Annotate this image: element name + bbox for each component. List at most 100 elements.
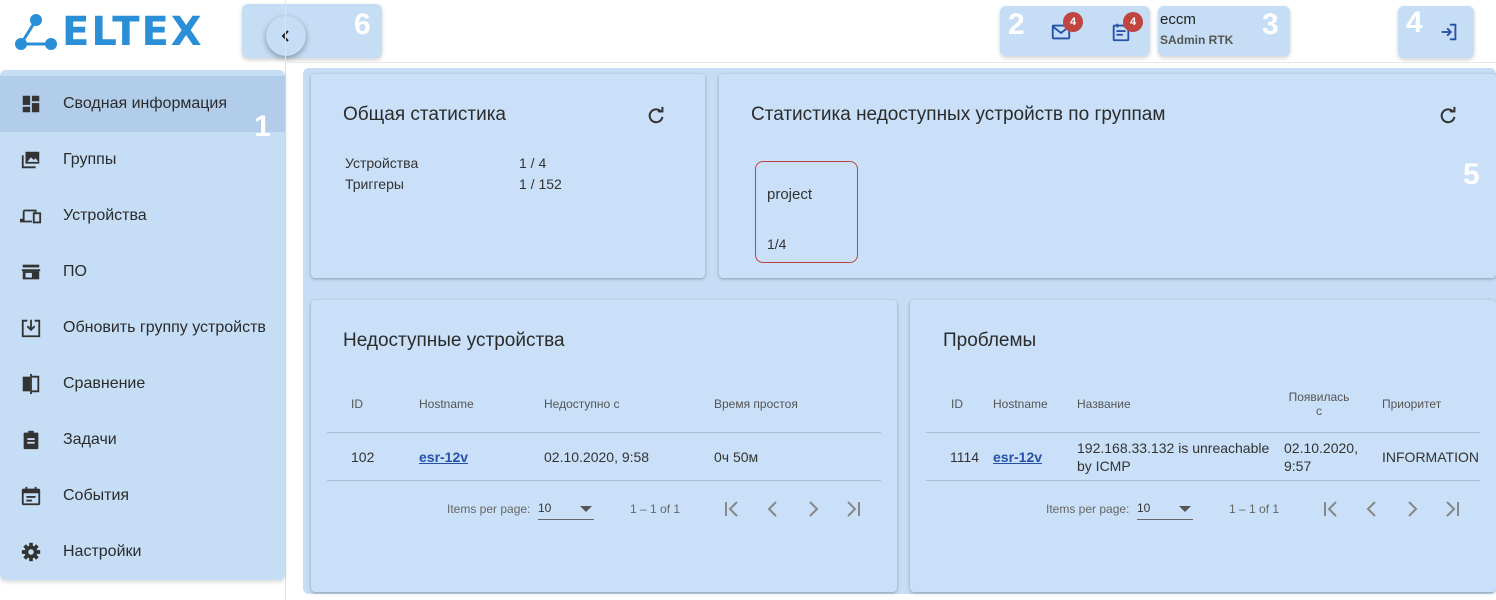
cell-id: 102: [351, 449, 375, 465]
card-title: Статистика недоступных устройств по груп…: [751, 104, 1166, 125]
sidebar-item-update-group[interactable]: Обновить группу устройств: [0, 300, 285, 356]
last-page-icon[interactable]: [841, 497, 865, 521]
column-header[interactable]: Время простоя: [714, 397, 798, 411]
sidebar-item-devices[interactable]: Устройства: [0, 188, 285, 244]
logout-area: 4: [1398, 6, 1474, 58]
problems-card: Проблемы ID Hostname Название Появилась …: [910, 300, 1496, 592]
hostname-link[interactable]: esr-12v: [419, 449, 468, 465]
dropdown-caret-icon: [580, 506, 592, 512]
sidebar-item-label: ПО: [63, 263, 87, 280]
column-header-appeared[interactable]: Появилась с: [1287, 390, 1351, 418]
events-button[interactable]: 4: [1107, 12, 1143, 46]
eltex-logo[interactable]: ELTEX: [14, 12, 204, 52]
sidebar-item-label: Устройства: [63, 207, 147, 224]
column-header[interactable]: Hostname: [419, 397, 474, 411]
next-page-icon[interactable]: [801, 497, 825, 521]
download-box-icon: [21, 319, 41, 338]
event-icon: [21, 486, 41, 506]
user-area[interactable]: eccm SAdmin RTK 3: [1158, 6, 1290, 56]
column-header[interactable]: Hostname: [993, 397, 1048, 411]
sidebar-item-software[interactable]: ПО: [0, 244, 285, 300]
sidebar-item-label: Группы: [63, 151, 117, 168]
group-stats-card: Статистика недоступных устройств по груп…: [719, 74, 1496, 278]
sidebar-item-summary[interactable]: Сводная информация 1: [0, 76, 285, 143]
general-stats-card: Общая статистика Устройства 1 / 4 Тригге…: [311, 74, 705, 278]
devices-icon: [20, 209, 42, 224]
items-per-page-select[interactable]: 10: [1137, 498, 1193, 520]
callout-number-6: 6: [354, 8, 371, 41]
sidebar-item-tasks[interactable]: Задачи: [0, 412, 285, 468]
first-page-icon[interactable]: [720, 497, 744, 521]
cell-downtime: 0ч 50м: [714, 449, 759, 465]
items-per-page-select[interactable]: 10: [538, 498, 594, 520]
compare-icon: [22, 373, 40, 395]
prev-page-icon[interactable]: [1360, 497, 1384, 521]
sidebar-item-compare[interactable]: Сравнение: [0, 356, 285, 412]
pagination-range: 1 – 1 of 1: [1229, 502, 1280, 516]
cell-appeared-line: 02.10.2020,: [1284, 440, 1358, 456]
dashboard-icon: [22, 95, 40, 113]
dashboard-panel: Общая статистика Устройства 1 / 4 Тригге…: [303, 68, 1496, 594]
group-tile-project[interactable]: project 1/4: [755, 161, 858, 263]
column-header-line: Появилась: [1288, 390, 1350, 404]
sidebar-item-groups[interactable]: Группы: [0, 132, 285, 188]
cell-priority: INFORMATION: [1382, 449, 1479, 465]
next-page-icon[interactable]: [1400, 497, 1424, 521]
collapse-area: 6: [242, 4, 382, 58]
first-page-icon[interactable]: [1319, 497, 1343, 521]
refresh-icon[interactable]: [1437, 105, 1459, 127]
stat-label: Триггеры: [345, 176, 404, 192]
cell-name-line: by ICMP: [1077, 458, 1131, 474]
mail-button[interactable]: 4: [1047, 12, 1083, 46]
card-title: Общая статистика: [343, 104, 506, 125]
card-title: Недоступные устройства: [343, 330, 565, 351]
hostname-link[interactable]: esr-12v: [993, 449, 1042, 465]
eltex-logo-mark-icon: [15, 14, 57, 50]
user-name: eccm: [1160, 11, 1196, 28]
sidebar-item-label: Сравнение: [63, 375, 146, 392]
refresh-icon[interactable]: [645, 105, 667, 127]
logout-button[interactable]: [1435, 18, 1463, 46]
group-name: project: [767, 186, 813, 203]
items-per-page-label: Items per page:: [1046, 502, 1130, 516]
column-header[interactable]: Приоритет: [1382, 397, 1441, 411]
gear-icon: [21, 542, 41, 562]
stat-label: Устройства: [345, 155, 419, 171]
prev-page-icon[interactable]: [761, 497, 785, 521]
items-per-page-value: 10: [1137, 501, 1151, 515]
unavailable-devices-card: Недоступные устройства ID Hostname Недос…: [311, 300, 897, 592]
cell-since: 02.10.2020, 9:58: [544, 449, 650, 465]
column-header[interactable]: ID: [351, 397, 363, 411]
header-divider: [286, 62, 1496, 63]
callout-number-3: 3: [1262, 8, 1279, 41]
cell-name: 192.168.33.132 is unreachable by ICMP: [1077, 439, 1269, 475]
assignment-icon: [23, 430, 39, 450]
store-icon: [21, 264, 41, 280]
table-row[interactable]: 102 esr-12v 02.10.2020, 9:58 0ч 50м: [327, 433, 881, 480]
sidebar-item-label: Настройки: [63, 543, 142, 560]
notifications-area: 2 4 4: [1000, 6, 1150, 56]
sidebar: Сводная информация 1 Группы Устройства П…: [0, 70, 285, 580]
last-page-icon[interactable]: [1440, 497, 1464, 521]
table-divider: [327, 480, 881, 481]
user-role: SAdmin RTK: [1160, 33, 1234, 47]
sidebar-item-label: Сводная информация: [63, 95, 227, 112]
table-divider: [926, 480, 1480, 481]
column-header[interactable]: ID: [951, 397, 963, 411]
items-per-page-label: Items per page:: [447, 502, 531, 516]
collapse-sidebar-button[interactable]: [266, 16, 306, 56]
callout-number-4: 4: [1406, 6, 1423, 39]
column-header[interactable]: Название: [1077, 397, 1131, 411]
column-header-line: с: [1316, 404, 1322, 418]
cell-appeared-line: 9:57: [1284, 458, 1312, 474]
sidebar-item-settings[interactable]: Настройки: [0, 524, 285, 580]
events-badge: 4: [1123, 12, 1143, 32]
sidebar-item-events[interactable]: События: [0, 468, 285, 524]
sidebar-item-label: События: [63, 487, 130, 504]
mail-badge: 4: [1063, 12, 1083, 32]
logout-icon: [1441, 23, 1457, 41]
column-header[interactable]: Недоступно с: [544, 397, 620, 411]
pagination-range: 1 – 1 of 1: [630, 502, 681, 516]
table-row[interactable]: 1114 esr-12v 192.168.33.132 is unreachab…: [926, 433, 1480, 480]
sidebar-item-label: Задачи: [63, 431, 117, 448]
